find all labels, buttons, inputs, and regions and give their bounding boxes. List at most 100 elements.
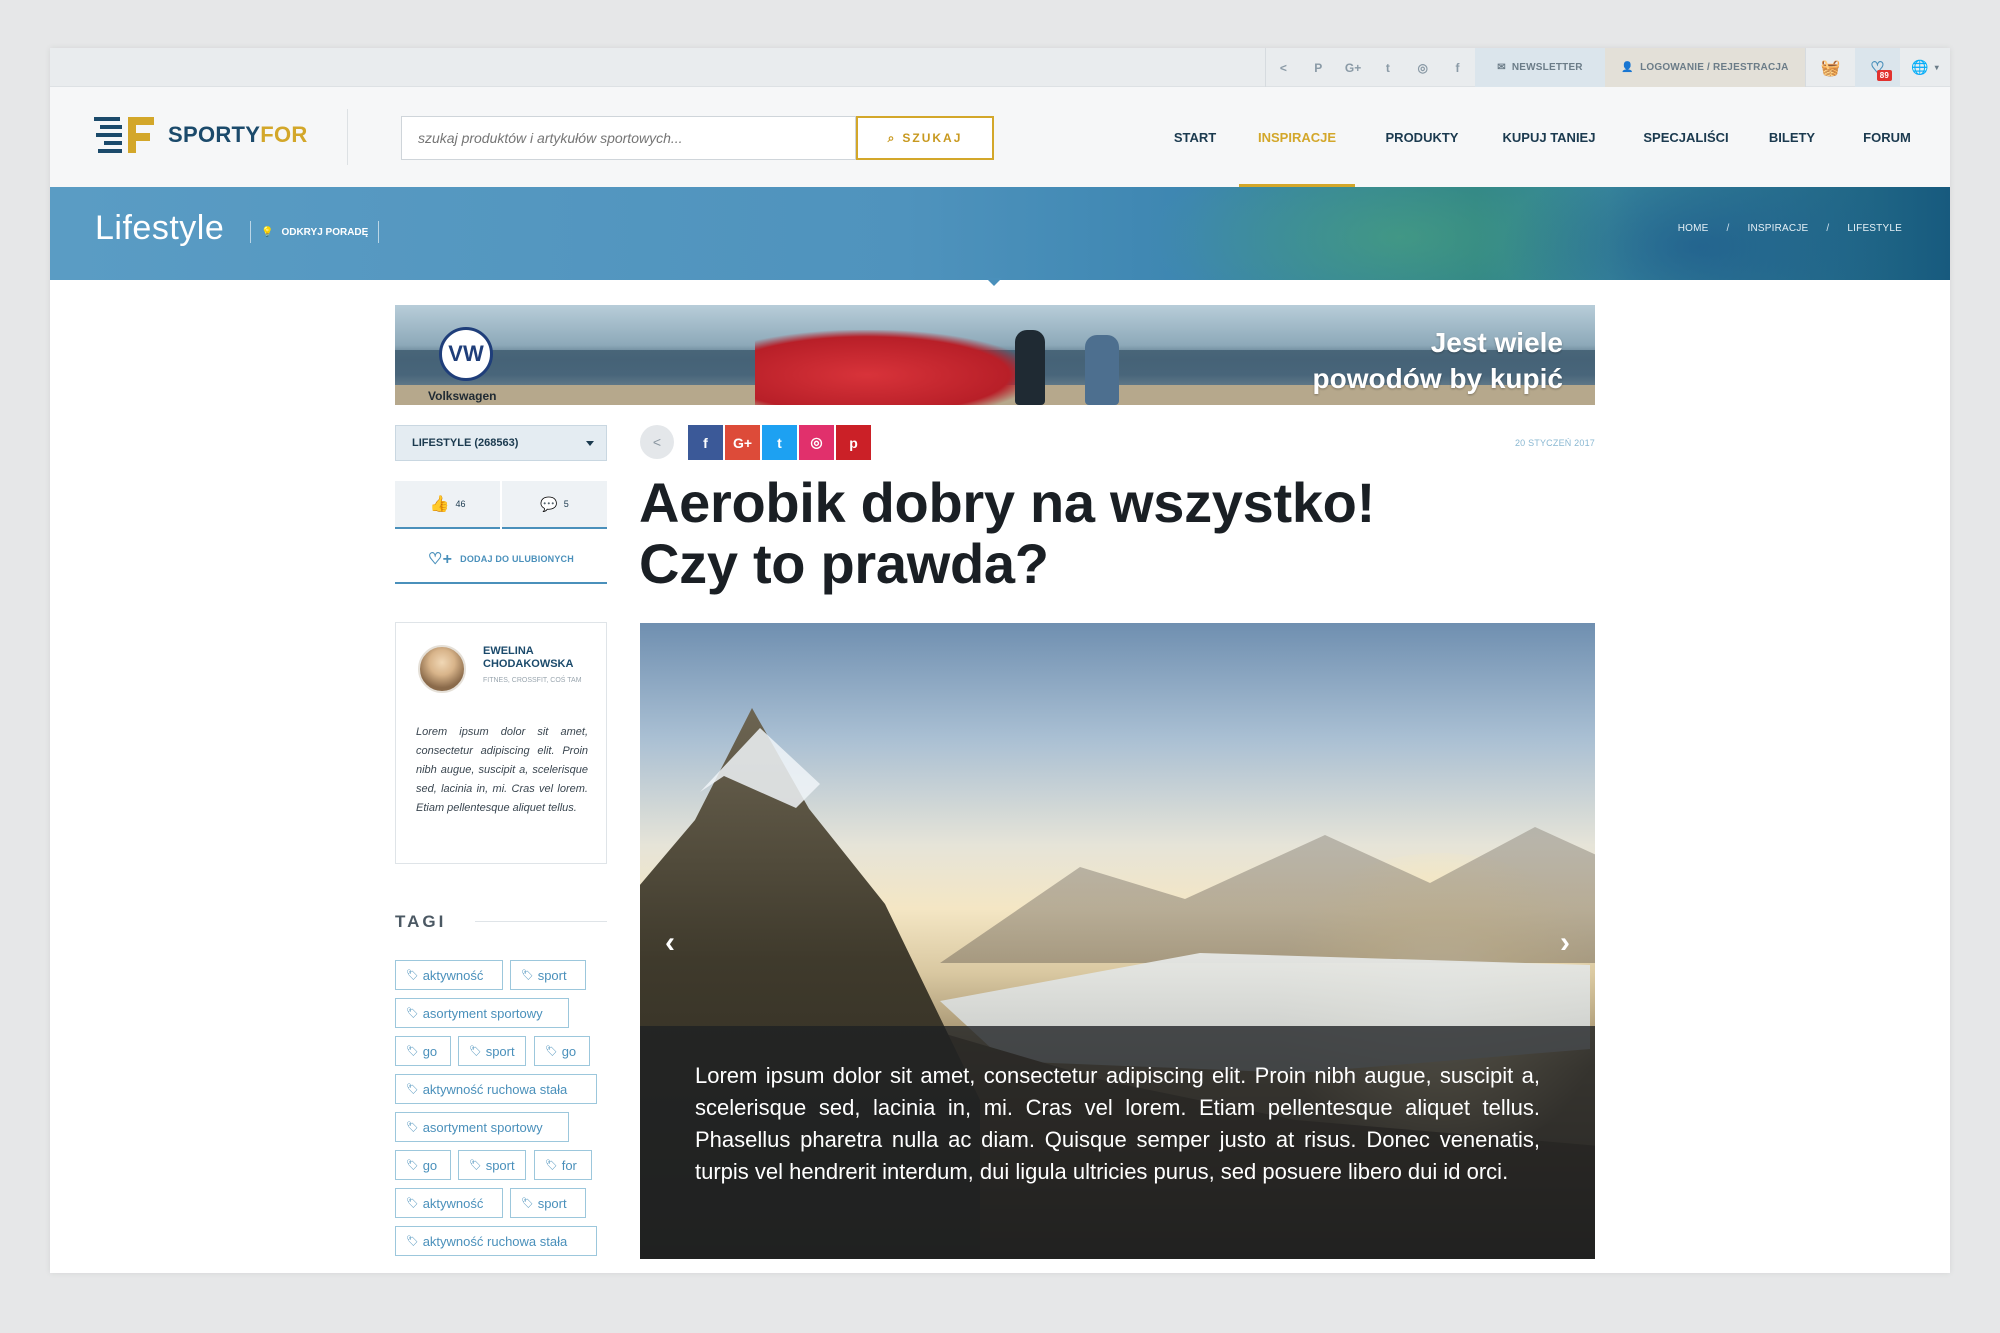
- nav-item-kupuj-taniej[interactable]: KUPUJ TANIEJ: [1493, 87, 1605, 187]
- globe-icon: 🌐: [1911, 59, 1929, 75]
- search-icon: ⌕: [887, 130, 897, 145]
- instagram-share-button[interactable]: ◎: [799, 425, 834, 460]
- advertisement-banner[interactable]: VW Volkswagen Jest wiele powodów by kupi…: [395, 305, 1595, 405]
- breadcrumb-lifestyle[interactable]: LIFESTYLE: [1847, 223, 1902, 234]
- breadcrumb-inspiracje[interactable]: INSPIRACJE: [1748, 223, 1809, 234]
- browser-frame: < P G+ t ◎ f ✉ NEWSLETTER 👤 LOGOWANIE / …: [50, 48, 1950, 1273]
- ad-brand-name: Volkswagen: [428, 389, 497, 403]
- likes-button[interactable]: 👍 46: [395, 481, 500, 529]
- tag-icon: 🏷: [406, 1045, 419, 1057]
- utility-bar: < P G+ t ◎ f ✉ NEWSLETTER 👤 LOGOWANIE / …: [50, 48, 1950, 87]
- google-plus-icon: G+: [732, 434, 753, 451]
- nav-item-produkty[interactable]: PRODUKTY: [1370, 87, 1474, 187]
- basket-icon: 🧺: [1820, 59, 1841, 77]
- pinterest-icon: p: [849, 434, 858, 451]
- article-hero-image: ‹ › Lorem ipsum dolor sit amet, consecte…: [640, 623, 1595, 1259]
- share-icon[interactable]: <: [1274, 59, 1292, 77]
- user-icon: 👤: [1621, 62, 1635, 73]
- tag-icon: 🏷: [521, 969, 534, 981]
- nav-item-forum[interactable]: FORUM: [1846, 87, 1928, 187]
- tag-icon: 🏷: [406, 1159, 419, 1171]
- add-to-favorites-button[interactable]: ♡+ DODAJ DO ULUBIONYCH: [395, 536, 607, 584]
- tag-chip[interactable]: 🏷 asortyment sportowy: [395, 998, 569, 1028]
- category-title: Lifestyle: [95, 209, 225, 247]
- pinterest-icon[interactable]: P: [1309, 59, 1327, 77]
- facebook-icon[interactable]: f: [1449, 59, 1467, 77]
- tag-label: aktywność: [422, 1195, 484, 1211]
- language-button[interactable]: 🌐 ▾: [1900, 48, 1950, 87]
- facebook-icon: f: [703, 434, 708, 451]
- nav-item-inspiracje[interactable]: INSPIRACJE: [1239, 87, 1355, 187]
- tag-chip[interactable]: 🏷 go: [395, 1150, 451, 1180]
- tag-icon: 🏷: [521, 1197, 534, 1209]
- tag-icon: 🏷: [545, 1045, 558, 1057]
- tag-chip[interactable]: 🏷 go: [534, 1036, 590, 1066]
- category-select[interactable]: LIFESTYLE (268563): [395, 425, 607, 461]
- login-register-button[interactable]: 👤 LOGOWANIE / REJESTRACJA: [1605, 48, 1805, 87]
- tag-label: asortyment sportowy: [422, 1119, 543, 1135]
- tag-chip[interactable]: 🏷 sport: [510, 960, 586, 990]
- newsletter-button[interactable]: ✉ NEWSLETTER: [1475, 48, 1605, 87]
- tags-heading: TAGI: [395, 912, 447, 931]
- tags-divider: [475, 921, 607, 922]
- wishlist-button[interactable]: ♡ 89: [1855, 48, 1900, 87]
- article-title: Aerobik dobry na wszystko! Czy to prawda…: [639, 471, 1375, 595]
- tag-chip[interactable]: 🏷 aktywność: [395, 1188, 503, 1218]
- tag-label: sport: [537, 967, 567, 983]
- chevron-down-icon: [586, 441, 594, 446]
- tag-icon: 🏷: [406, 1007, 419, 1019]
- logo-text: SPORTYFOR: [168, 122, 308, 147]
- pinterest-share-button[interactable]: p: [836, 425, 871, 460]
- tag-chip[interactable]: 🏷 go: [395, 1036, 451, 1066]
- breadcrumb-home[interactable]: HOME: [1678, 223, 1709, 234]
- author-avatar[interactable]: [418, 645, 466, 693]
- tag-label: sport: [485, 1157, 515, 1173]
- tag-chip[interactable]: 🏷 sport: [458, 1036, 526, 1066]
- author-name[interactable]: EWELINA CHODAKOWSKA: [483, 645, 593, 671]
- tag-label: aktywność ruchowa stała: [422, 1081, 568, 1097]
- twitter-share-button[interactable]: t: [762, 425, 797, 460]
- tag-icon: 🏷: [406, 1083, 419, 1095]
- twitter-icon[interactable]: t: [1379, 59, 1397, 77]
- tag-chip[interactable]: 🏷 asortyment sportowy: [395, 1112, 569, 1142]
- tag-label: sport: [485, 1043, 515, 1059]
- tag-label: aktywność ruchowa stała: [422, 1233, 568, 1249]
- image-caption: Lorem ipsum dolor sit amet, consectetur …: [640, 1026, 1595, 1259]
- breadcrumb: HOME / INSPIRACJE / LIFESTYLE: [1677, 223, 1902, 234]
- instagram-icon[interactable]: ◎: [1414, 59, 1432, 77]
- tag-chip[interactable]: 🏷 sport: [510, 1188, 586, 1218]
- tag-label: go: [561, 1043, 577, 1059]
- search-button[interactable]: ⌕ SZUKAJ: [856, 116, 994, 160]
- heart-plus-icon: ♡+: [428, 551, 453, 568]
- nav-item-start[interactable]: START: [1162, 87, 1228, 187]
- ad-person-image: [1085, 335, 1119, 405]
- basket-button[interactable]: 🧺: [1805, 48, 1855, 87]
- tag-chip[interactable]: 🏷 aktywność: [395, 960, 503, 990]
- logo-mark-icon: [94, 117, 154, 153]
- discover-tip-button[interactable]: 💡 ODKRYJ PORADĘ: [250, 221, 380, 243]
- chevron-left-icon[interactable]: ‹: [655, 923, 685, 963]
- tag-icon: 🏷: [469, 1045, 482, 1057]
- tag-chip[interactable]: 🏷 sport: [458, 1150, 526, 1180]
- mail-icon: ✉: [1497, 62, 1506, 73]
- tag-label: asortyment sportowy: [422, 1005, 543, 1021]
- tag-icon: 🏷: [406, 1121, 419, 1133]
- comment-icon: 💬: [540, 495, 558, 512]
- tag-label: go: [422, 1157, 438, 1173]
- ad-headline: Jest wiele powodów by kupić: [1312, 327, 1563, 394]
- comments-button[interactable]: 💬 5: [502, 481, 607, 529]
- chevron-right-icon[interactable]: ›: [1550, 923, 1580, 963]
- tag-chip[interactable]: 🏷 for: [534, 1150, 592, 1180]
- tag-icon: 🏷: [545, 1159, 558, 1171]
- search-input[interactable]: [401, 116, 856, 160]
- google-plus-share-button[interactable]: G+: [725, 425, 760, 460]
- site-logo[interactable]: SPORTYFOR: [94, 113, 308, 157]
- nav-item-bilety[interactable]: BILETY: [1752, 87, 1832, 187]
- facebook-share-button[interactable]: f: [688, 425, 723, 460]
- tag-chip[interactable]: 🏷 aktywność ruchowa stała: [395, 1226, 597, 1256]
- google-plus-icon[interactable]: G+: [1344, 59, 1362, 77]
- tag-chip[interactable]: 🏷 aktywność ruchowa stała: [395, 1074, 597, 1104]
- article-date: 20 STYCZEŃ 2017: [1514, 438, 1595, 448]
- share-icon[interactable]: <: [640, 425, 674, 459]
- nav-item-specjaliści[interactable]: SPECJALIŚCI: [1620, 87, 1752, 187]
